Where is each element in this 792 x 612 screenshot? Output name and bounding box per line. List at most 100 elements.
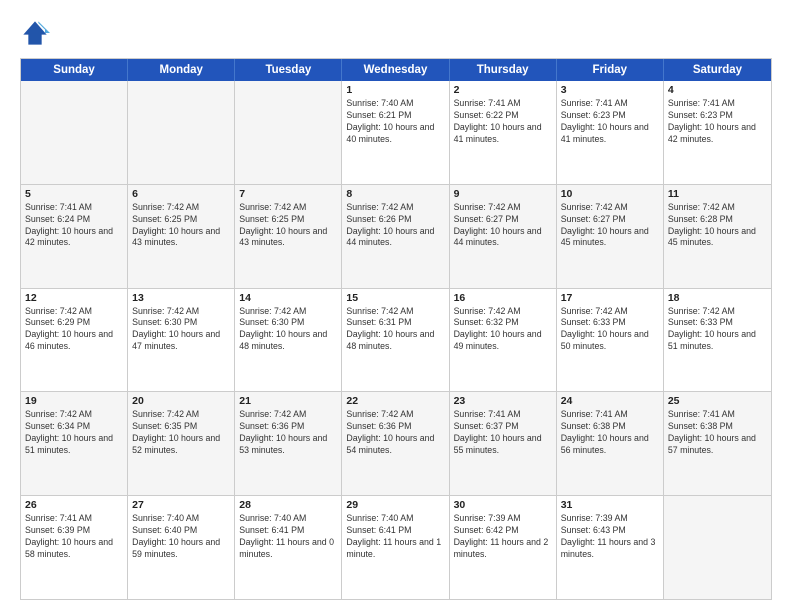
day-info: Sunrise: 7:41 AM Sunset: 6:23 PM Dayligh…: [561, 98, 659, 146]
calendar-header-row: SundayMondayTuesdayWednesdayThursdayFrid…: [21, 59, 771, 81]
day-number: 9: [454, 188, 552, 200]
table-row: 29 Sunrise: 7:40 AM Sunset: 6:41 PM Dayli…: [342, 496, 449, 599]
header-day-monday: Monday: [128, 59, 235, 81]
table-row: 13 Sunrise: 7:42 AM Sunset: 6:30 PM Dayli…: [128, 289, 235, 392]
day-info: Sunrise: 7:42 AM Sunset: 6:28 PM Dayligh…: [668, 202, 767, 250]
day-info: Sunrise: 7:41 AM Sunset: 6:22 PM Dayligh…: [454, 98, 552, 146]
day-number: 21: [239, 395, 337, 407]
table-row: 6 Sunrise: 7:42 AM Sunset: 6:25 PM Daylig…: [128, 185, 235, 288]
day-info: Sunrise: 7:42 AM Sunset: 6:30 PM Dayligh…: [132, 306, 230, 354]
day-number: 2: [454, 84, 552, 96]
table-row: 27 Sunrise: 7:40 AM Sunset: 6:40 PM Dayli…: [128, 496, 235, 599]
day-number: 18: [668, 292, 767, 304]
day-info: Sunrise: 7:42 AM Sunset: 6:33 PM Dayligh…: [561, 306, 659, 354]
header-day-sunday: Sunday: [21, 59, 128, 81]
day-number: 12: [25, 292, 123, 304]
day-info: Sunrise: 7:42 AM Sunset: 6:34 PM Dayligh…: [25, 409, 123, 457]
day-number: 24: [561, 395, 659, 407]
table-row: 15 Sunrise: 7:42 AM Sunset: 6:31 PM Dayli…: [342, 289, 449, 392]
day-number: 25: [668, 395, 767, 407]
logo-icon: [20, 18, 50, 48]
header-day-wednesday: Wednesday: [342, 59, 449, 81]
day-number: 17: [561, 292, 659, 304]
day-number: 16: [454, 292, 552, 304]
table-row: 18Sunrise: 7:42 AM Sunset: 6:33 PM Dayli…: [664, 289, 771, 392]
day-number: 6: [132, 188, 230, 200]
day-number: 22: [346, 395, 444, 407]
day-number: 7: [239, 188, 337, 200]
day-number: 3: [561, 84, 659, 96]
day-info: Sunrise: 7:40 AM Sunset: 6:41 PM Dayligh…: [346, 513, 444, 561]
day-info: Sunrise: 7:42 AM Sunset: 6:25 PM Dayligh…: [132, 202, 230, 250]
day-number: 23: [454, 395, 552, 407]
day-info: Sunrise: 7:42 AM Sunset: 6:25 PM Dayligh…: [239, 202, 337, 250]
day-number: 4: [668, 84, 767, 96]
table-row: [235, 81, 342, 184]
day-info: Sunrise: 7:41 AM Sunset: 6:39 PM Dayligh…: [25, 513, 123, 561]
day-info: Sunrise: 7:41 AM Sunset: 6:38 PM Dayligh…: [561, 409, 659, 457]
table-row: 23 Sunrise: 7:41 AM Sunset: 6:37 PM Dayli…: [450, 392, 557, 495]
table-row: 1Sunrise: 7:40 AM Sunset: 6:21 PM Daylig…: [342, 81, 449, 184]
day-info: Sunrise: 7:42 AM Sunset: 6:29 PM Dayligh…: [25, 306, 123, 354]
day-number: 19: [25, 395, 123, 407]
header-day-saturday: Saturday: [664, 59, 771, 81]
table-row: 3 Sunrise: 7:41 AM Sunset: 6:23 PM Daylig…: [557, 81, 664, 184]
table-row: [21, 81, 128, 184]
table-row: 10 Sunrise: 7:42 AM Sunset: 6:27 PM Dayli…: [557, 185, 664, 288]
day-number: 27: [132, 499, 230, 511]
day-number: 29: [346, 499, 444, 511]
day-info: Sunrise: 7:39 AM Sunset: 6:42 PM Dayligh…: [454, 513, 552, 561]
table-row: 25 Sunrise: 7:41 AM Sunset: 6:38 PM Dayli…: [664, 392, 771, 495]
day-number: 14: [239, 292, 337, 304]
table-row: 2 Sunrise: 7:41 AM Sunset: 6:22 PM Daylig…: [450, 81, 557, 184]
calendar-row-3: 12 Sunrise: 7:42 AM Sunset: 6:29 PM Dayli…: [21, 288, 771, 392]
day-number: 28: [239, 499, 337, 511]
table-row: 16Sunrise: 7:42 AM Sunset: 6:32 PM Dayli…: [450, 289, 557, 392]
day-number: 26: [25, 499, 123, 511]
header-day-friday: Friday: [557, 59, 664, 81]
table-row: 14 Sunrise: 7:42 AM Sunset: 6:30 PM Dayli…: [235, 289, 342, 392]
table-row: 17 Sunrise: 7:42 AM Sunset: 6:33 PM Dayli…: [557, 289, 664, 392]
day-number: 15: [346, 292, 444, 304]
day-info: Sunrise: 7:41 AM Sunset: 6:24 PM Dayligh…: [25, 202, 123, 250]
day-number: 30: [454, 499, 552, 511]
day-number: 5: [25, 188, 123, 200]
day-info: Sunrise: 7:42 AM Sunset: 6:27 PM Dayligh…: [561, 202, 659, 250]
day-number: 31: [561, 499, 659, 511]
table-row: [128, 81, 235, 184]
table-row: 26 Sunrise: 7:41 AM Sunset: 6:39 PM Dayli…: [21, 496, 128, 599]
day-info: Sunrise: 7:40 AM Sunset: 6:21 PM Dayligh…: [346, 98, 444, 146]
day-info: Sunrise: 7:39 AM Sunset: 6:43 PM Dayligh…: [561, 513, 659, 561]
day-info: Sunrise: 7:42 AM Sunset: 6:36 PM Dayligh…: [239, 409, 337, 457]
day-info: Sunrise: 7:40 AM Sunset: 6:41 PM Dayligh…: [239, 513, 337, 561]
table-row: 28 Sunrise: 7:40 AM Sunset: 6:41 PM Dayli…: [235, 496, 342, 599]
table-row: [664, 496, 771, 599]
day-info: Sunrise: 7:42 AM Sunset: 6:26 PM Dayligh…: [346, 202, 444, 250]
table-row: 22Sunrise: 7:42 AM Sunset: 6:36 PM Dayli…: [342, 392, 449, 495]
calendar-body: 1Sunrise: 7:40 AM Sunset: 6:21 PM Daylig…: [21, 81, 771, 599]
calendar-row-2: 5 Sunrise: 7:41 AM Sunset: 6:24 PM Daylig…: [21, 184, 771, 288]
table-row: 12 Sunrise: 7:42 AM Sunset: 6:29 PM Dayli…: [21, 289, 128, 392]
calendar-row-5: 26 Sunrise: 7:41 AM Sunset: 6:39 PM Dayli…: [21, 495, 771, 599]
table-row: 7 Sunrise: 7:42 AM Sunset: 6:25 PM Daylig…: [235, 185, 342, 288]
header-day-thursday: Thursday: [450, 59, 557, 81]
calendar-page: SundayMondayTuesdayWednesdayThursdayFrid…: [0, 0, 792, 612]
day-info: Sunrise: 7:40 AM Sunset: 6:40 PM Dayligh…: [132, 513, 230, 561]
day-info: Sunrise: 7:42 AM Sunset: 6:31 PM Dayligh…: [346, 306, 444, 354]
day-info: Sunrise: 7:41 AM Sunset: 6:38 PM Dayligh…: [668, 409, 767, 457]
day-number: 20: [132, 395, 230, 407]
day-info: Sunrise: 7:42 AM Sunset: 6:30 PM Dayligh…: [239, 306, 337, 354]
table-row: 30 Sunrise: 7:39 AM Sunset: 6:42 PM Dayli…: [450, 496, 557, 599]
day-number: 8: [346, 188, 444, 200]
day-number: 10: [561, 188, 659, 200]
day-number: 13: [132, 292, 230, 304]
table-row: 9Sunrise: 7:42 AM Sunset: 6:27 PM Daylig…: [450, 185, 557, 288]
table-row: 20Sunrise: 7:42 AM Sunset: 6:35 PM Dayli…: [128, 392, 235, 495]
calendar: SundayMondayTuesdayWednesdayThursdayFrid…: [20, 58, 772, 600]
day-info: Sunrise: 7:41 AM Sunset: 6:23 PM Dayligh…: [668, 98, 767, 146]
calendar-row-4: 19 Sunrise: 7:42 AM Sunset: 6:34 PM Dayli…: [21, 391, 771, 495]
calendar-row-1: 1Sunrise: 7:40 AM Sunset: 6:21 PM Daylig…: [21, 81, 771, 184]
table-row: 11Sunrise: 7:42 AM Sunset: 6:28 PM Dayli…: [664, 185, 771, 288]
day-info: Sunrise: 7:41 AM Sunset: 6:37 PM Dayligh…: [454, 409, 552, 457]
table-row: 31 Sunrise: 7:39 AM Sunset: 6:43 PM Dayli…: [557, 496, 664, 599]
